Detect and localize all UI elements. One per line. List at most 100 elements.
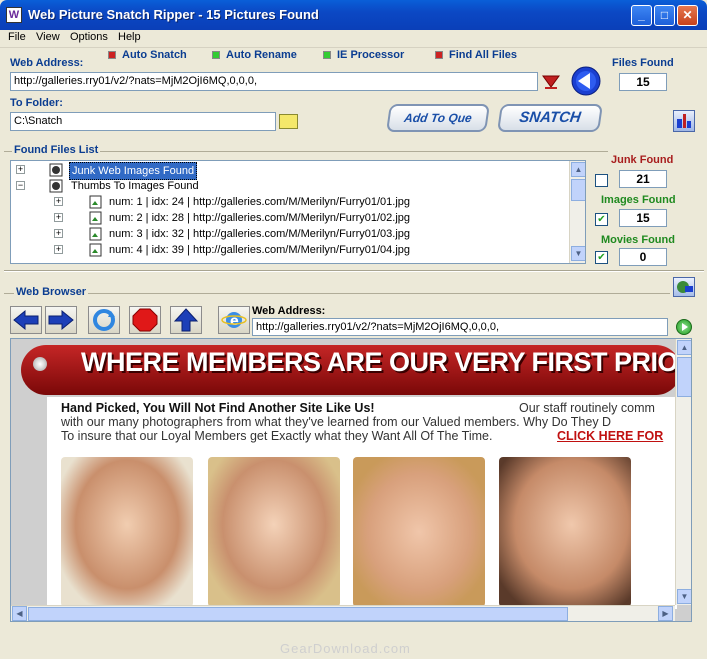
menu-options[interactable]: Options: [70, 31, 108, 43]
browser-refresh-button[interactable]: [88, 306, 120, 334]
web-images-icon: [49, 163, 63, 177]
list-item[interactable]: + num: 2 | idx: 28 | http://galleries.co…: [11, 210, 571, 226]
find-all-files-label: Find All Files: [449, 49, 518, 61]
watermark: GearDownload.com: [280, 641, 411, 656]
list-item[interactable]: + num: 3 | idx: 32 | http://galleries.co…: [11, 226, 571, 242]
browser-go-icon[interactable]: [676, 319, 692, 335]
list-item[interactable]: + num: 4 | idx: 39 | http://galleries.co…: [11, 242, 571, 258]
web-hscrollbar[interactable]: ◀ ▶: [11, 605, 675, 621]
banner-text: WHERE MEMBERS ARE OUR VERY FIRST PRIORIT: [81, 347, 692, 377]
junk-found-label: Junk Found: [611, 154, 674, 166]
browser-address-input[interactable]: http://galleries.rry01/v2/?nats=MjM2OjI6…: [252, 318, 668, 336]
files-found-label: Files Found: [612, 57, 674, 69]
junk-found-checkbox[interactable]: [595, 174, 608, 187]
banner-dot-icon: [33, 357, 47, 371]
browser-settings-icon[interactable]: [673, 277, 695, 297]
found-files-tree[interactable]: + Junk Web Images Found − Thumbs To Imag…: [10, 160, 586, 264]
web-view[interactable]: WHERE MEMBERS ARE OUR VERY FIRST PRIORIT…: [10, 338, 692, 622]
row-text: num: 3 | idx: 32 | http://galleries.com/…: [109, 228, 411, 240]
row-text: num: 2 | idx: 28 | http://galleries.com/…: [109, 212, 411, 224]
image-file-icon: [89, 211, 103, 225]
app-icon[interactable]: W: [6, 7, 22, 23]
movies-found-checkbox[interactable]: ✔: [595, 251, 608, 264]
expand-icon[interactable]: +: [54, 229, 63, 238]
browser-stop-button[interactable]: [129, 306, 161, 334]
expand-icon[interactable]: +: [54, 197, 63, 206]
auto-rename-checkbox[interactable]: [212, 51, 220, 59]
scroll-down-icon[interactable]: ▼: [571, 246, 585, 261]
row-text: num: 4 | idx: 39 | http://galleries.com/…: [109, 244, 411, 256]
splitter[interactable]: [4, 270, 704, 272]
tree-node-thumbs[interactable]: − Thumbs To Images Found: [11, 178, 571, 194]
files-found-count: 15: [619, 73, 667, 91]
thumbnail-image[interactable]: [353, 457, 485, 607]
browser-ie-button[interactable]: e: [218, 306, 250, 334]
maximize-button[interactable]: □: [654, 5, 675, 26]
scroll-thumb[interactable]: [28, 607, 568, 621]
dropdown-arrow-icon[interactable]: [540, 72, 562, 91]
go-back-icon[interactable]: [570, 66, 602, 96]
click-here-link[interactable]: CLICK HERE FOR: [557, 429, 663, 443]
image-file-icon: [89, 227, 103, 241]
headline: Hand Picked, You Will Not Find Another S…: [61, 401, 375, 415]
ie-processor-checkbox[interactable]: [323, 51, 331, 59]
images-found-checkbox[interactable]: ✔: [595, 213, 608, 226]
browser-address-label: Web Address:: [252, 305, 326, 317]
junk-found-count: 21: [619, 170, 667, 188]
web-address-label: Web Address:: [10, 57, 84, 69]
to-folder-label: To Folder:: [10, 97, 63, 109]
auto-rename-label: Auto Rename: [226, 49, 297, 61]
found-files-label: Found Files List: [12, 144, 101, 156]
tree-node-junk[interactable]: + Junk Web Images Found: [11, 162, 571, 180]
body-line-3: To insure that our Loyal Members get Exa…: [61, 429, 493, 443]
web-address-input[interactable]: http://galleries.rry01/v2/?nats=MjM2OjI6…: [10, 72, 538, 91]
movies-found-label: Movies Found: [601, 234, 675, 246]
expand-icon[interactable]: +: [16, 165, 25, 174]
body-line-2: with our many photographers from what th…: [61, 415, 612, 429]
to-folder-input[interactable]: C:\Snatch: [10, 112, 276, 131]
browser-back-button[interactable]: [10, 306, 42, 334]
tree-scrollbar[interactable]: ▲ ▼: [569, 161, 585, 263]
menu-view[interactable]: View: [36, 31, 60, 43]
expand-icon[interactable]: +: [54, 213, 63, 222]
add-to-que-button[interactable]: Add To Que: [386, 104, 490, 132]
expand-icon[interactable]: +: [54, 245, 63, 254]
scroll-right-icon[interactable]: ▶: [658, 606, 673, 621]
image-file-icon: [89, 243, 103, 257]
row-text: num: 1 | idx: 24 | http://galleries.com/…: [109, 196, 411, 208]
close-button[interactable]: ✕: [677, 5, 698, 26]
thumbnail-image[interactable]: [208, 457, 340, 607]
images-found-label: Images Found: [601, 194, 676, 206]
menu-help[interactable]: Help: [118, 31, 141, 43]
auto-snatch-checkbox[interactable]: [108, 51, 116, 59]
movies-found-count: 0: [619, 248, 667, 266]
browser-forward-button[interactable]: [45, 306, 77, 334]
settings-icon[interactable]: [673, 110, 695, 132]
folder-browse-icon[interactable]: [279, 114, 298, 129]
list-item[interactable]: + num: 1 | idx: 24 | http://galleries.co…: [11, 194, 571, 210]
images-found-count: 15: [619, 209, 667, 227]
scroll-thumb[interactable]: [677, 357, 691, 397]
collapse-icon[interactable]: −: [16, 181, 25, 190]
minimize-button[interactable]: _: [631, 5, 652, 26]
body-line-1: Our staff routinely comm: [519, 401, 655, 415]
ie-processor-label: IE Processor: [337, 49, 405, 61]
scroll-up-icon[interactable]: ▲: [571, 162, 585, 177]
thumbnail-image[interactable]: [61, 457, 193, 607]
web-vscrollbar[interactable]: ▲ ▼: [675, 339, 691, 605]
scroll-down-icon[interactable]: ▼: [677, 589, 691, 604]
snatch-button[interactable]: SNATCH: [497, 104, 603, 132]
divider: [4, 293, 670, 294]
image-file-icon: [89, 195, 103, 209]
menu-file[interactable]: File: [8, 31, 26, 43]
scroll-left-icon[interactable]: ◀: [12, 606, 27, 621]
browser-up-button[interactable]: [170, 306, 202, 334]
tree-node-label: Thumbs To Images Found: [71, 180, 199, 192]
web-browser-label: Web Browser: [14, 286, 89, 298]
scroll-thumb[interactable]: [571, 179, 585, 201]
auto-snatch-label: Auto Snatch: [122, 49, 187, 61]
thumbs-icon: [49, 179, 63, 193]
thumbnail-image[interactable]: [499, 457, 631, 607]
scroll-up-icon[interactable]: ▲: [677, 340, 691, 355]
find-all-files-checkbox[interactable]: [435, 51, 443, 59]
